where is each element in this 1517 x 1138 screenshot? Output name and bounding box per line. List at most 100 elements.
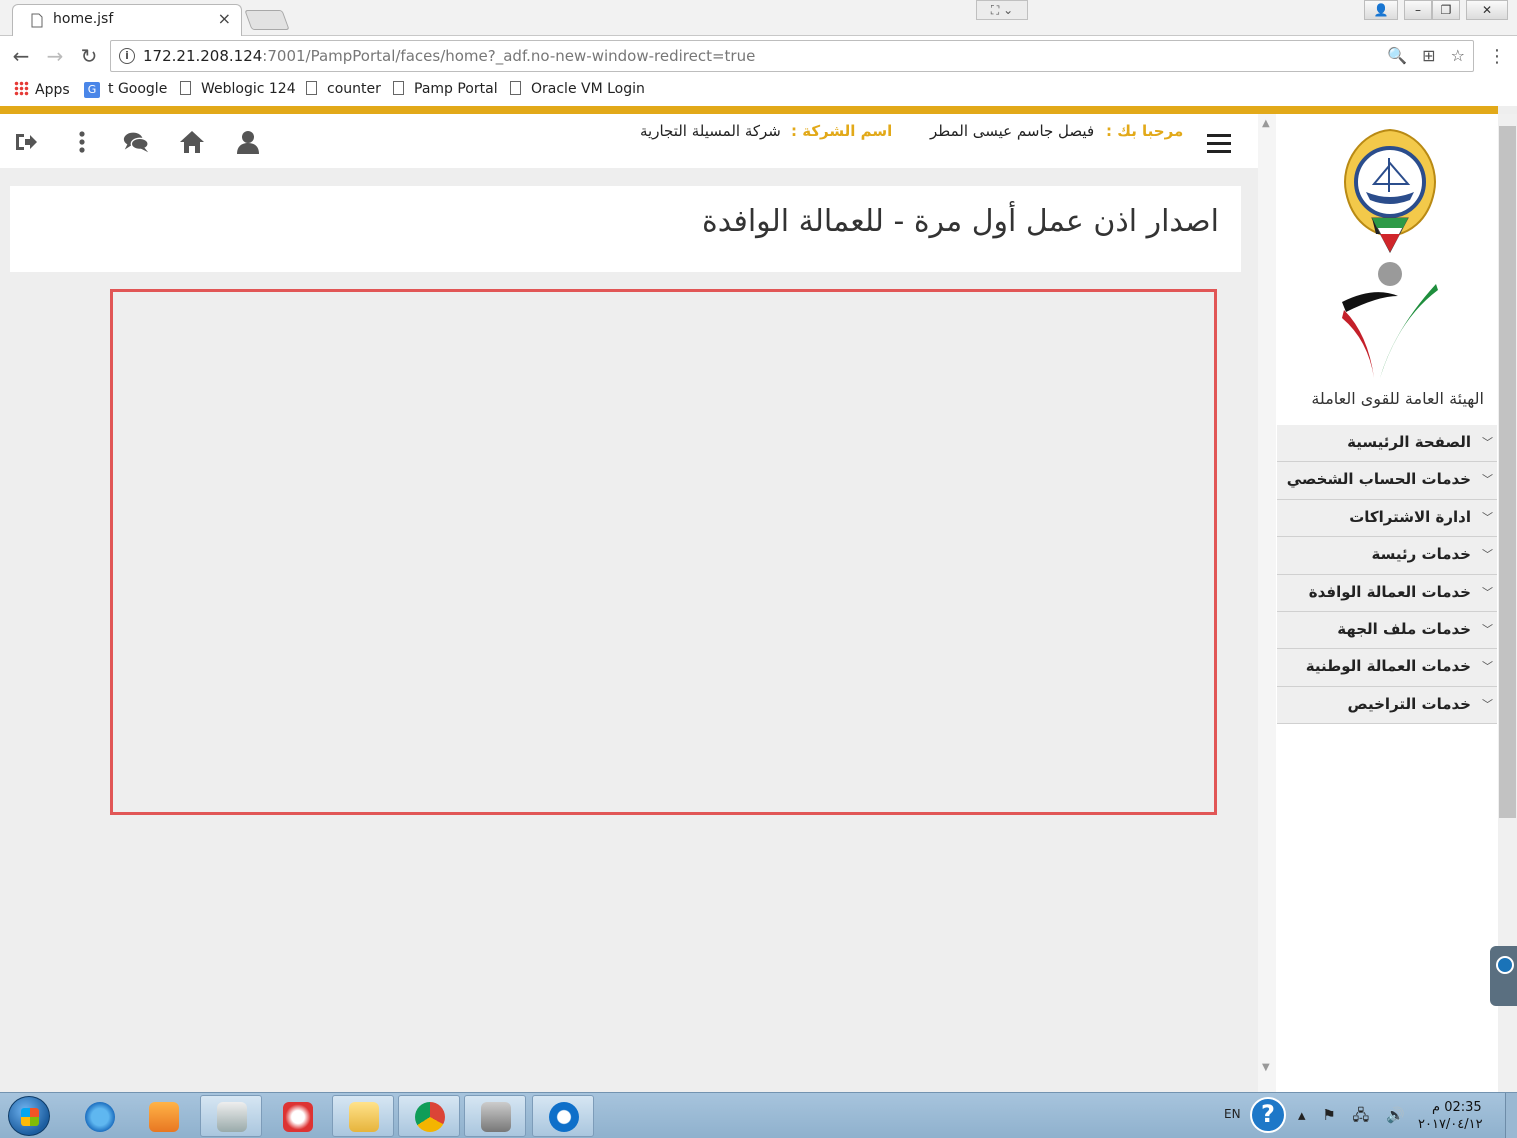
media-player-icon[interactable] bbox=[132, 1095, 194, 1137]
help-icon[interactable]: ? bbox=[1250, 1097, 1286, 1133]
sidebar-item-entity-file[interactable]: خدمات ملف الجهة ﹀ bbox=[1277, 611, 1497, 650]
sidebar-item-personal-account[interactable]: خدمات الحساب الشخصي ﹀ bbox=[1277, 462, 1497, 500]
show-desktop-button[interactable] bbox=[1505, 1093, 1517, 1138]
back-arrow-icon[interactable]: ← bbox=[8, 44, 34, 70]
sidebar-item-expat-labor[interactable]: خدمات العمالة الوافدة ﹀ bbox=[1277, 574, 1497, 612]
page-icon bbox=[180, 81, 191, 95]
bookmark-label: Apps bbox=[35, 82, 70, 98]
accent-bar bbox=[0, 106, 1498, 114]
url-path: :7001/PampPortal/faces/home?_adf.no-new-… bbox=[262, 47, 756, 65]
address-bar[interactable]: i 172.21.208.124:7001/PampPortal/faces/h… bbox=[110, 40, 1474, 72]
start-button[interactable] bbox=[8, 1096, 50, 1136]
sidebar-item-label: الصفحة الرئيسية bbox=[1347, 433, 1471, 451]
sidebar-item-label: خدمات العمالة الوطنية bbox=[1305, 657, 1471, 676]
chevron-down-icon: ﹀ bbox=[1482, 436, 1493, 449]
language-indicator[interactable]: EN bbox=[1224, 1107, 1241, 1121]
bookmark-apps[interactable]: Apps bbox=[14, 81, 70, 98]
logout-icon[interactable] bbox=[12, 128, 40, 156]
home-icon[interactable] bbox=[178, 128, 206, 156]
restore-button[interactable]: ❐ bbox=[1432, 0, 1460, 20]
sidebar-item-national-labor[interactable]: خدمات العمالة الوطنية ﹀ bbox=[1277, 649, 1497, 687]
new-tab-button[interactable] bbox=[244, 10, 290, 30]
tab-close-button[interactable]: × bbox=[218, 9, 231, 28]
scroll-down-arrow-icon[interactable]: ▼ bbox=[1262, 1062, 1270, 1073]
pam-logo bbox=[1342, 262, 1438, 378]
company-name: شركة المسيلة التجارية bbox=[640, 122, 781, 140]
remote-desktop-icon[interactable] bbox=[464, 1095, 526, 1137]
clock-time[interactable]: 02:35 م bbox=[1432, 1100, 1482, 1115]
sidebar-item-label: خدمات العمالة الوافدة bbox=[1308, 582, 1471, 601]
url-text[interactable]: 172.21.208.124:7001/PampPortal/faces/hom… bbox=[143, 47, 755, 65]
bookmark-label: counter bbox=[327, 81, 381, 97]
browser-menu-icon[interactable]: ⋮ bbox=[1488, 46, 1506, 67]
bookmark-pamp-portal[interactable]: Pamp Portal bbox=[393, 81, 498, 97]
content-frame bbox=[110, 289, 1217, 815]
bookmark-label: Pamp Portal bbox=[414, 81, 498, 97]
snipping-tool-icon[interactable] bbox=[266, 1095, 328, 1137]
bookmark-label: Oracle VM Login bbox=[531, 81, 645, 97]
action-center-icon[interactable]: ⚑ bbox=[1322, 1106, 1335, 1124]
sidebar-item-licenses[interactable]: خدمات التراخيص ﹀ bbox=[1277, 686, 1497, 725]
clock-date[interactable]: ٢٠١٧/٠٤/١٢ bbox=[1418, 1117, 1483, 1132]
sidebar-item-subscriptions[interactable]: ادارة الاشتراكات ﹀ bbox=[1277, 499, 1497, 538]
volume-icon[interactable]: 🔊 bbox=[1386, 1106, 1405, 1124]
page-icon bbox=[31, 13, 43, 28]
tab-title: home.jsf bbox=[53, 11, 114, 27]
close-window-button[interactable]: ✕ bbox=[1466, 0, 1508, 20]
sidebar-item-label: ادارة الاشتراكات bbox=[1349, 507, 1471, 526]
profile-icon[interactable]: 👤 bbox=[1364, 0, 1398, 20]
browser-toolbar: ← → ↻ i 172.21.208.124:7001/PampPortal/f… bbox=[0, 36, 1517, 76]
sidebar-item-main-services[interactable]: خدمات رئيسة ﹀ bbox=[1277, 537, 1497, 575]
chrome-icon[interactable] bbox=[398, 1095, 460, 1137]
teamviewer-side-icon[interactable] bbox=[1490, 946, 1517, 1006]
page-title: اصدار اذن عمل أول مرة - للعمالة الوافدة bbox=[702, 204, 1219, 239]
bookmark-weblogic[interactable]: Weblogic 124 bbox=[180, 81, 296, 97]
page-scrollbar-thumb[interactable] bbox=[1499, 126, 1516, 818]
window-extra-icon[interactable]: ⛶ ⌄ bbox=[976, 0, 1028, 20]
sidebar-item-label: خدمات رئيسة bbox=[1371, 545, 1471, 564]
minimize-button[interactable]: – bbox=[1404, 0, 1432, 20]
chat-icon[interactable] bbox=[122, 128, 150, 156]
sidebar-item-label: خدمات الحساب الشخصي bbox=[1286, 470, 1471, 489]
org-name: الهيئة العامة للقوى العاملة bbox=[1311, 389, 1484, 408]
bookmark-label: t Google bbox=[108, 81, 168, 97]
bookmark-counter[interactable]: counter bbox=[306, 81, 381, 97]
more-vertical-icon[interactable] bbox=[68, 128, 96, 156]
site-info-icon[interactable]: i bbox=[119, 48, 135, 64]
bookmark-label: Weblogic 124 bbox=[201, 81, 296, 97]
title-card: اصدار اذن عمل أول مرة - للعمالة الوافدة bbox=[10, 186, 1241, 272]
sidebar-menu: الصفحة الرئيسية ﹀ خدمات الحساب الشخصي ﹀ اد… bbox=[1277, 425, 1497, 725]
welcome-label: مرحبا بك : bbox=[1106, 122, 1184, 140]
user-icon[interactable] bbox=[234, 128, 262, 156]
system-tray: EN ? ▴ ⚑ 🖧 🔊 02:35 م ٢٠١٧/٠٤/١٢ bbox=[1180, 1093, 1517, 1138]
database-app-icon[interactable] bbox=[200, 1095, 262, 1137]
bookmark-google[interactable]: Gt Google bbox=[84, 81, 167, 98]
file-explorer-icon[interactable] bbox=[332, 1095, 394, 1137]
sidebar: الهيئة العامة للقوى العاملة الصفحة الرئي… bbox=[1276, 114, 1498, 1092]
google-translate-icon: G bbox=[84, 82, 100, 98]
browser-tab[interactable]: home.jsf × bbox=[12, 4, 242, 36]
chevron-down-icon: ﹀ bbox=[1482, 510, 1493, 524]
show-hidden-icons-icon[interactable]: ▴ bbox=[1298, 1106, 1306, 1124]
chevron-down-icon: ﹀ bbox=[1482, 622, 1493, 636]
hamburger-menu-icon[interactable] bbox=[1207, 134, 1231, 154]
bookmark-oracle-vm[interactable]: Oracle VM Login bbox=[510, 81, 645, 97]
reload-icon[interactable]: ↻ bbox=[76, 44, 102, 70]
network-icon[interactable]: 🖧 bbox=[1353, 1106, 1370, 1124]
chevron-down-icon: ﹀ bbox=[1482, 697, 1493, 711]
teamviewer-icon[interactable] bbox=[532, 1095, 594, 1137]
sidebar-item-home[interactable]: الصفحة الرئيسية ﹀ bbox=[1277, 425, 1497, 463]
content-scrollbar[interactable] bbox=[1258, 114, 1276, 1092]
internet-explorer-icon[interactable] bbox=[68, 1095, 130, 1137]
zoom-icon[interactable]: 🔍 bbox=[1387, 46, 1407, 65]
apps-grid-icon bbox=[14, 81, 29, 96]
state-emblem-logo bbox=[1344, 128, 1436, 254]
scroll-up-arrow-icon[interactable]: ▲ bbox=[1262, 118, 1270, 129]
bookmark-star-icon[interactable]: ☆ bbox=[1451, 46, 1465, 65]
company-label: اسم الشركة : bbox=[791, 122, 893, 140]
page-icon bbox=[510, 81, 521, 95]
forward-arrow-icon[interactable]: → bbox=[42, 44, 68, 70]
taskbar: EN ? ▴ ⚑ 🖧 🔊 02:35 م ٢٠١٧/٠٤/١٢ bbox=[0, 1092, 1517, 1138]
translate-icon[interactable]: ⊞ bbox=[1422, 46, 1435, 65]
page-header: شركة المسيلة التجارية اسم الشركة : فيصل … bbox=[0, 114, 1258, 168]
